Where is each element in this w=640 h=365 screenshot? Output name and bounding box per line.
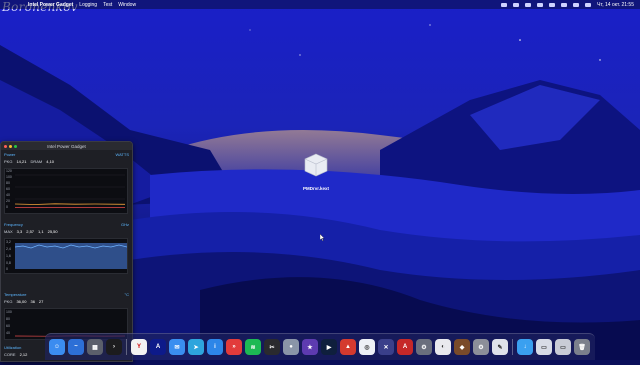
desktop-file-pmdrvr-kext[interactable]: PMDrvr.kext [296, 152, 336, 191]
temperature-title: Temperature [4, 292, 26, 297]
mail-icon[interactable]: ✉ [169, 339, 185, 355]
power-section: Power WATTS PKG 14,21 DRAM 4,10 [4, 152, 129, 164]
quicktime-icon[interactable]: ▶ [321, 339, 337, 355]
status-telegram-icon[interactable] [513, 3, 519, 7]
temperature-pkg-label: PKG [4, 299, 12, 304]
temperature-pkg-value: 36,00 [16, 299, 26, 304]
dock: ☺ ~ ▦ › Y A ✉ ➤ i » ≋ ✂ ● ★ ▶ ▲ ◎ ✕ A ⚙ … [45, 333, 595, 360]
xcode-icon[interactable]: ✕ [378, 339, 394, 355]
affinity-icon[interactable]: ▲ [340, 339, 356, 355]
temperature-value-1: 36 [30, 299, 34, 304]
power-chart: 120 100 80 60 40 20 0 [4, 168, 128, 214]
utilization-core-label: CORE [4, 352, 16, 357]
power-dram-label: DRAM [30, 159, 42, 164]
kext-bundle-icon [303, 152, 329, 178]
menu-app-name[interactable]: Intel Power Gadget [28, 2, 73, 8]
power-dram-value: 4,10 [46, 159, 54, 164]
menu-test[interactable]: Test [103, 2, 112, 8]
frequency-title: Frequency [4, 222, 23, 227]
status-box-icon[interactable] [525, 3, 531, 7]
telegram-icon[interactable]: ➤ [188, 339, 204, 355]
yandex-browser-icon[interactable]: Y [131, 339, 147, 355]
imo-icon[interactable]: i [207, 339, 223, 355]
utilization-title: Utilization [4, 345, 21, 350]
menu-window[interactable]: Window [118, 2, 136, 8]
status-gear-icon[interactable] [501, 3, 507, 7]
downloads-folder-icon[interactable]: ↓ [517, 339, 533, 355]
intel-power-gadget-window: Intel Power Gadget Power WATTS PKG 14,21… [0, 141, 133, 362]
document-stack-icon[interactable]: ▭ [536, 339, 552, 355]
dock-separator [126, 339, 127, 355]
temperature-unit: °C [125, 292, 130, 297]
launchpad-icon[interactable]: ▦ [87, 339, 103, 355]
system-utility-icon[interactable]: ⚙ [416, 339, 432, 355]
anydesk-icon[interactable]: » [226, 339, 242, 355]
screenshot-stack-icon[interactable]: ▭ [555, 339, 571, 355]
power-pkg-line [15, 204, 125, 205]
system-preferences-icon[interactable]: ⚙ [473, 339, 489, 355]
utilization-core-value: 2,12 [20, 352, 28, 357]
intel-power-gadget-icon[interactable]: ~ [68, 339, 84, 355]
trash-icon[interactable]: 🗑 [574, 339, 590, 355]
frequency-plot [5, 239, 127, 273]
spotify-icon[interactable]: ≋ [245, 339, 261, 355]
power-unit: WATTS [115, 152, 129, 157]
activity-monitor-icon[interactable]: ◐ [435, 339, 451, 355]
frequency-value-1: 2,57 [26, 229, 34, 234]
window-title: Intel Power Gadget [1, 144, 132, 149]
power-pkg-value: 14,21 [16, 159, 26, 164]
frequency-unit: GHz [121, 222, 129, 227]
frequency-value-3: 25,50 [48, 229, 58, 234]
mouse-pointer-icon [320, 234, 325, 241]
desktop-file-label: PMDrvr.kext [296, 186, 336, 191]
ai-app-icon[interactable]: A [150, 339, 166, 355]
tunnelblick-icon[interactable]: ◆ [454, 339, 470, 355]
power-plot [5, 169, 127, 213]
imovie-icon[interactable]: ★ [302, 339, 318, 355]
menu-bar: Intel Power Gadget Logging Test Window Ч… [0, 0, 640, 9]
frequency-chart: 3,2 2,4 1,6 0,8 0 [4, 238, 128, 274]
frequency-value-2: 1,1 [38, 229, 44, 234]
terminal-icon[interactable]: › [106, 339, 122, 355]
finder-icon[interactable]: ☺ [49, 339, 65, 355]
safari-icon[interactable]: ◎ [359, 339, 375, 355]
window-titlebar[interactable]: Intel Power Gadget [1, 142, 132, 150]
frequency-max-value: 3,3 [17, 229, 23, 234]
frequency-section: Frequency GHz MAX 3,3 2,57 1,1 25,50 [4, 222, 129, 234]
status-battery-icon[interactable] [537, 3, 543, 7]
preview-icon[interactable]: ✎ [492, 339, 508, 355]
adobe-icon[interactable]: A [397, 339, 413, 355]
frequency-max-label: MAX [4, 229, 13, 234]
status-wifi-icon[interactable] [549, 3, 555, 7]
temperature-value-2: 27 [39, 299, 43, 304]
status-control-center-icon[interactable] [573, 3, 579, 7]
photo-app-icon[interactable]: ● [283, 339, 299, 355]
menu-clock[interactable]: Чт, 14 окт. 21:55 [597, 2, 634, 8]
dock-separator [512, 339, 513, 355]
status-siri-icon[interactable] [585, 3, 591, 7]
final-cut-icon[interactable]: ✂ [264, 339, 280, 355]
status-search-icon[interactable] [561, 3, 567, 7]
menu-logging[interactable]: Logging [79, 2, 97, 8]
power-pkg-label: PKG [4, 159, 12, 164]
temperature-section: Temperature °C PKG 36,00 36 27 [4, 292, 129, 304]
power-title: Power [4, 152, 15, 157]
